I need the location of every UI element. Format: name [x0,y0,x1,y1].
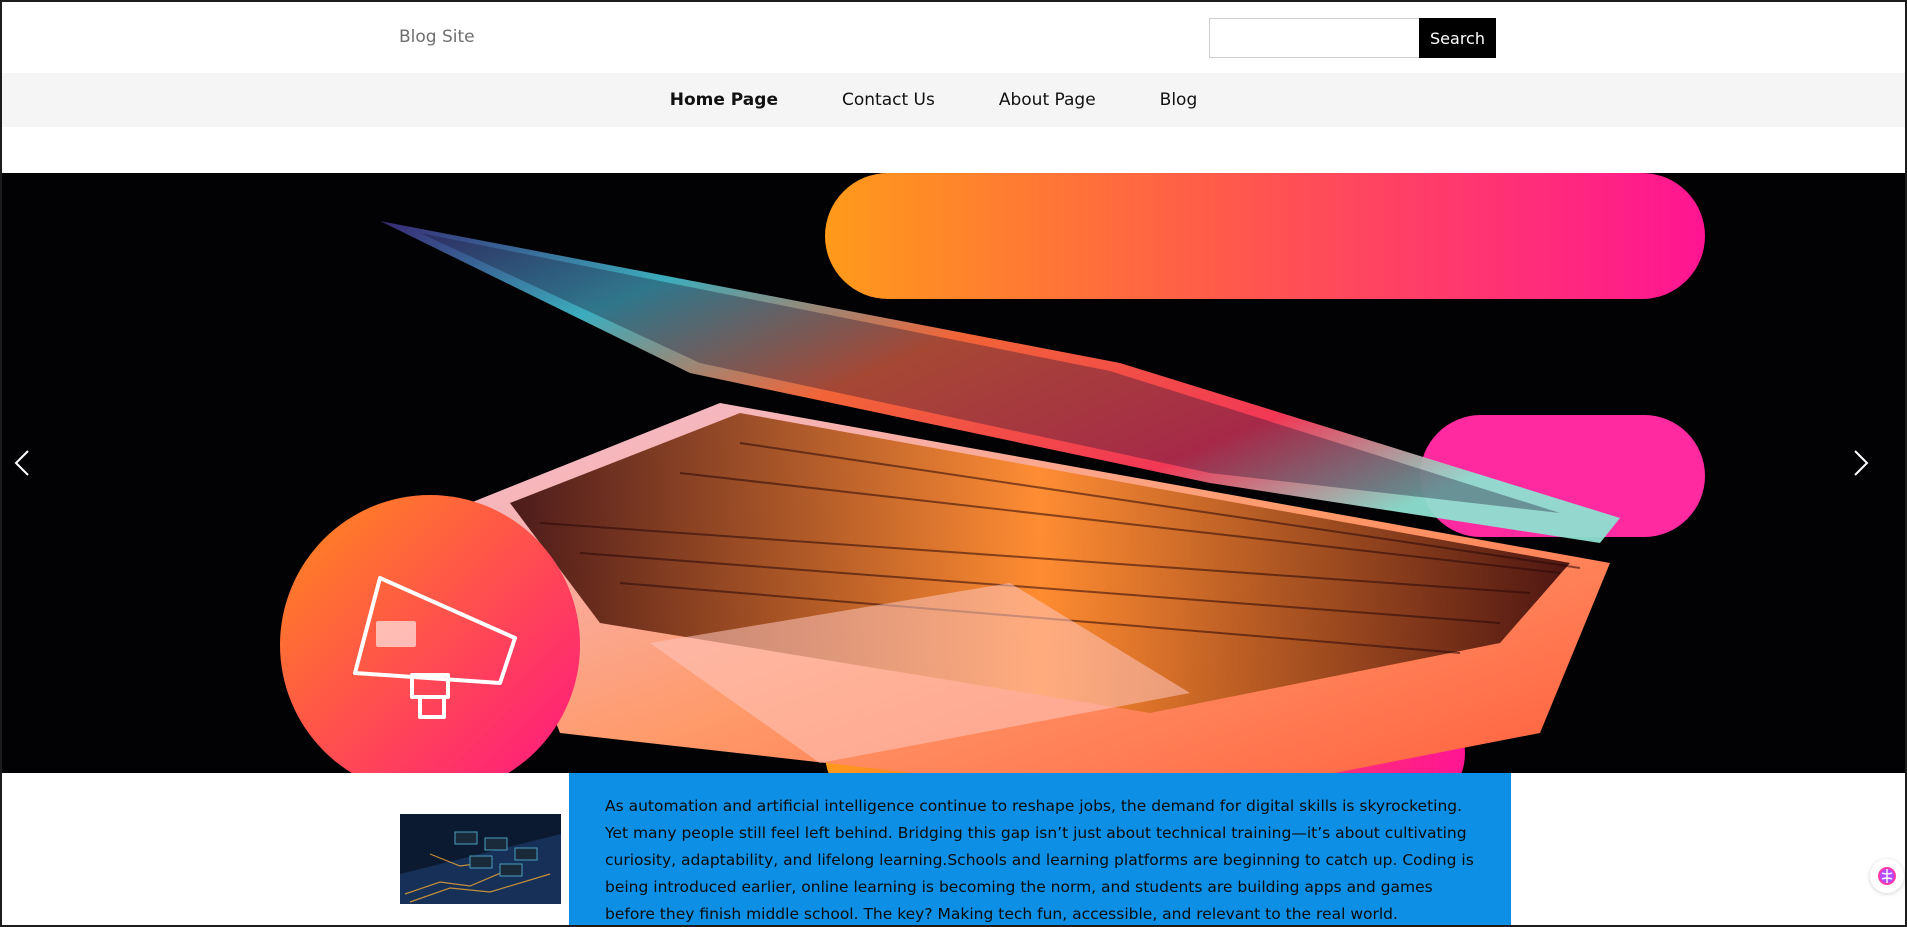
search-button[interactable]: Search [1419,18,1496,58]
hero-image [280,173,1705,773]
nav-blog[interactable]: Blog [1160,90,1198,110]
carousel-next-button[interactable] [1851,449,1895,497]
article-thumbnail[interactable] [400,814,561,904]
chevron-right-icon [1854,450,1869,476]
nav-about-page[interactable]: About Page [999,90,1096,110]
main-nav: Home Page Contact Us About Page Blog [0,73,1907,127]
floating-assistant-button[interactable] [1870,859,1904,893]
brain-icon [1878,867,1896,885]
search-input[interactable] [1209,18,1419,58]
article-preview: As automation and artificial intelligenc… [0,773,1907,927]
site-name[interactable]: Blog Site [399,27,475,47]
site-header: Blog Site Search [0,0,1907,73]
nav-home-page[interactable]: Home Page [670,90,778,110]
circuit-image [400,814,561,904]
article-excerpt: As automation and artificial intelligenc… [605,797,1474,923]
nav-contact-us[interactable]: Contact Us [842,90,935,110]
carousel-prev-button[interactable] [12,449,56,497]
hero-carousel [0,173,1907,773]
chevron-left-icon [14,450,29,476]
search-form: Search [1209,18,1496,58]
excerpt-box: As automation and artificial intelligenc… [569,773,1511,927]
